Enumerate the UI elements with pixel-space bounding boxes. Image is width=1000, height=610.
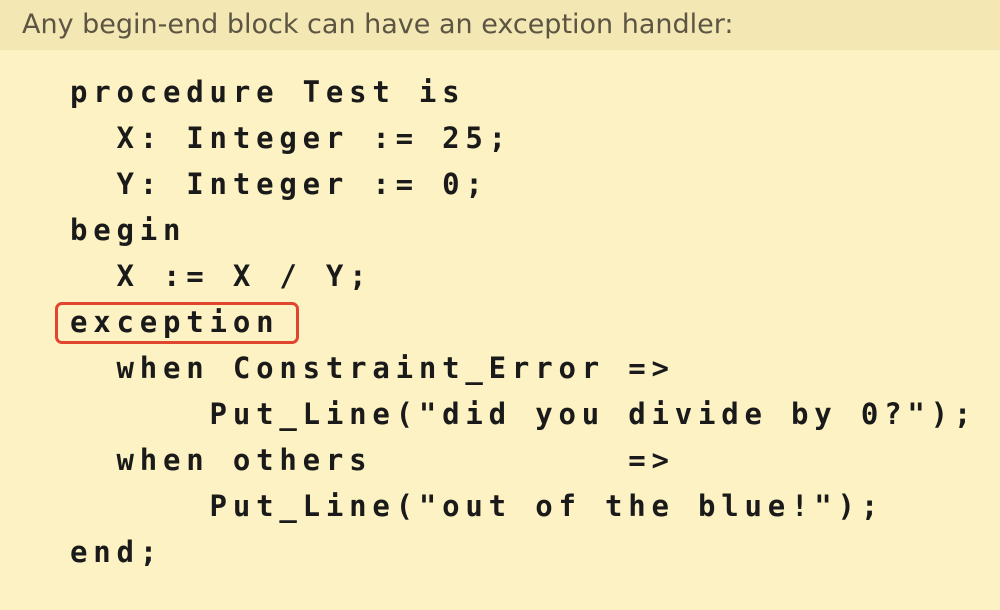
code-line-division: X := X / Y;	[70, 259, 373, 293]
code-line-decl-x: X: Integer := 25;	[70, 121, 512, 155]
code-line-when-constraint: when Constraint_Error =>	[70, 351, 675, 385]
code-line-put-blue: Put_Line("out of the blue!");	[70, 489, 885, 523]
code-line-when-others: when others =>	[70, 443, 675, 477]
code-line-end: end;	[70, 535, 164, 569]
code-line-decl-y: Y: Integer := 0;	[70, 167, 489, 201]
code-line-begin: begin	[70, 213, 187, 247]
code-line-put-divide: Put_Line("did you divide by 0?");	[70, 397, 978, 431]
code-line-procedure: procedure Test is	[70, 75, 466, 109]
exception-highlight-box	[55, 302, 299, 344]
